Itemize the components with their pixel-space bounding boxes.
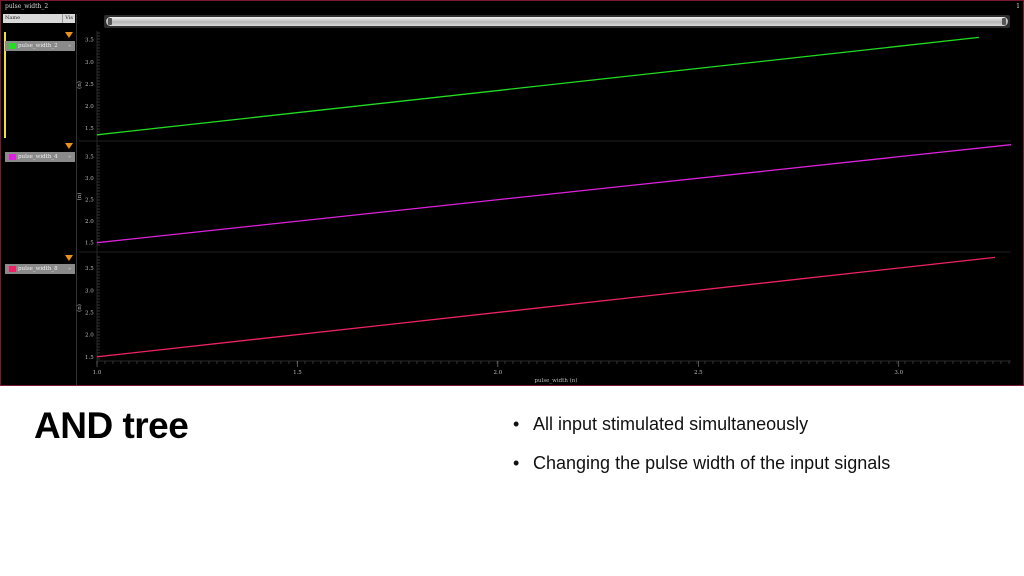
series-line-pulse-width-8	[96, 256, 996, 358]
x-tick-label: 1.5	[293, 370, 302, 376]
y-tick-label: 3.0	[85, 176, 94, 182]
y-tick-label: 2.0	[85, 219, 94, 225]
y-tick-label: 3.0	[85, 60, 94, 66]
y-tick-label: 1.5	[85, 126, 94, 132]
bullet-item: • All input stimulated simultaneously	[513, 412, 890, 451]
y-tick-label: 3.5	[85, 266, 94, 272]
slide-title: AND tree	[34, 405, 189, 446]
y-tick-label: 2.0	[85, 333, 94, 339]
x-tick-label: 2.0	[494, 370, 503, 376]
x-tick-label: 1.0	[93, 370, 102, 376]
y-tick-label: 3.5	[85, 155, 94, 161]
waveform-viewer: pulse_width_2 1 Name Vis pulse_width_2 »…	[0, 0, 1024, 386]
y-tick-label: 2.5	[85, 82, 94, 88]
bullet-list: • All input stimulated simultaneously • …	[513, 412, 890, 490]
y-axis-label: (n)	[76, 304, 83, 312]
y-tick-label: 3.5	[85, 38, 94, 44]
y-tick-label: 2.5	[85, 310, 94, 316]
x-tick-label: 3.0	[894, 370, 903, 376]
series-line-pulse-width-2	[96, 36, 979, 136]
waveform-plot: 1.5 2.0 2.5 3.0 3.5 (n) 1.5 2.0 2.5 3.0 3.5 (n) 1.5 2…	[76, 31, 1012, 384]
bullet-dot: •	[513, 414, 520, 434]
bullet-text: All input stimulated simultaneously	[533, 414, 809, 434]
y-axis-label: (n)	[76, 81, 83, 89]
x-tick-label: 2.5	[694, 370, 703, 376]
y-axis-label: (n)	[76, 193, 83, 201]
y-tick-label: 2.5	[85, 198, 94, 204]
bullet-dot: •	[513, 453, 520, 473]
y-tick-label: 2.0	[85, 104, 94, 110]
x-axis-label: pulse_width (n)	[535, 377, 578, 384]
series-line-pulse-width-4	[96, 144, 1012, 244]
y-tick-label: 1.5	[85, 355, 94, 361]
bullet-text: Changing the pulse width of the input si…	[533, 453, 891, 473]
bullet-item: • Changing the pulse width of the input …	[513, 451, 890, 490]
y-tick-label: 1.5	[85, 241, 94, 247]
y-tick-label: 3.0	[85, 288, 94, 294]
